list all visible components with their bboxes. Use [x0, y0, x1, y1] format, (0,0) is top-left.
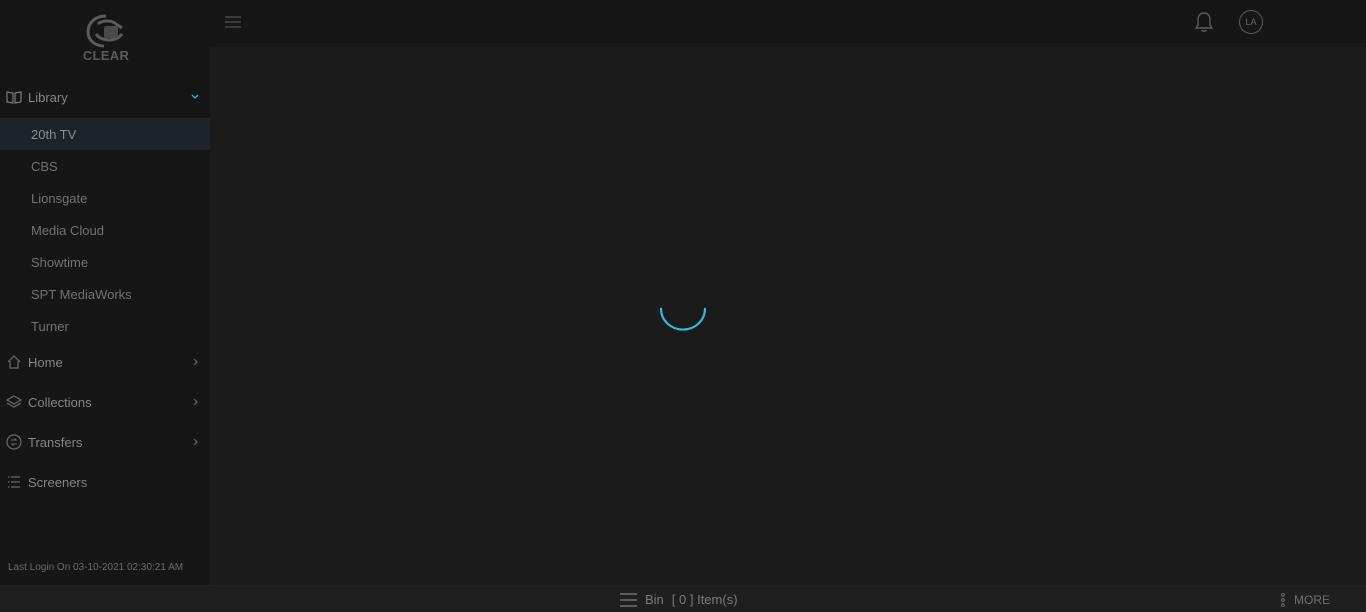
- brand-logo[interactable]: CLEAR: [78, 12, 134, 64]
- app-root: CLEAR Library 20th TV CBS Lionsgate Medi…: [0, 0, 1366, 612]
- layers-icon: [6, 395, 22, 408]
- library-item-label: Turner: [31, 318, 69, 334]
- sidebar-item-home[interactable]: Home: [0, 344, 210, 380]
- list-icon: [8, 476, 20, 488]
- top-bar: LA: [210, 0, 1366, 47]
- library-item-lionsgate[interactable]: Lionsgate: [0, 182, 210, 214]
- book-open-icon: [6, 91, 22, 104]
- library-item-turner[interactable]: Turner: [0, 310, 210, 342]
- sidebar-item-screeners-label: Screeners: [28, 474, 88, 490]
- menu-icon[interactable]: [225, 14, 241, 30]
- main-content: [210, 47, 1366, 585]
- chevron-down-icon: [191, 94, 199, 99]
- library-item-showtime[interactable]: Showtime: [0, 246, 210, 278]
- sidebar-item-screeners[interactable]: Screeners: [0, 464, 210, 500]
- menu-lines-icon: [620, 592, 637, 607]
- library-item-label: Showtime: [31, 254, 89, 270]
- chevron-right-icon: [193, 438, 198, 446]
- sidebar-item-collections[interactable]: Collections: [0, 384, 210, 420]
- avatar[interactable]: LA: [1239, 10, 1263, 34]
- library-item-label: 20th TV: [31, 126, 77, 142]
- last-login-text: Last Login On 03-10-2021 02:30:21 AM: [8, 562, 184, 573]
- chevron-right-icon: [193, 358, 198, 366]
- more-button[interactable]: MORE: [1280, 586, 1330, 612]
- library-item-label: Lionsgate: [31, 190, 88, 206]
- library-item-media-cloud[interactable]: Media Cloud: [0, 214, 210, 246]
- library-item-label: CBS: [31, 158, 58, 174]
- loading-spinner-icon: [659, 307, 707, 331]
- transfer-icon: [6, 434, 22, 450]
- sidebar-item-collections-label: Collections: [28, 394, 92, 410]
- sidebar-item-library[interactable]: Library: [0, 79, 210, 115]
- clear-logo-icon: [86, 14, 124, 48]
- sidebar: CLEAR Library 20th TV CBS Lionsgate Medi…: [0, 0, 210, 585]
- bin-button[interactable]: Bin [ 0 ] Item(s): [620, 586, 738, 612]
- library-item-spt-mediaworks[interactable]: SPT MediaWorks: [0, 278, 210, 310]
- brand-logo-text: CLEAR: [82, 48, 130, 63]
- library-item-label: SPT MediaWorks: [31, 286, 132, 302]
- sidebar-item-home-label: Home: [28, 354, 63, 370]
- bottom-bar: Bin [ 0 ] Item(s) MORE: [0, 585, 1366, 612]
- vertical-dots-icon: [1281, 592, 1285, 607]
- sidebar-item-library-label: Library: [28, 89, 68, 105]
- sidebar-item-transfers-label: Transfers: [28, 434, 83, 450]
- sidebar-item-transfers[interactable]: Transfers: [0, 424, 210, 460]
- library-item-cbs[interactable]: CBS: [0, 150, 210, 182]
- library-item-20th-tv[interactable]: 20th TV: [0, 118, 210, 150]
- more-label: MORE: [1294, 592, 1330, 607]
- bell-icon[interactable]: [1194, 11, 1214, 33]
- bin-label: Bin: [645, 592, 664, 607]
- library-item-label: Media Cloud: [31, 222, 104, 238]
- home-icon: [7, 355, 21, 369]
- bin-count: [ 0 ] Item(s): [671, 592, 738, 607]
- chevron-right-icon: [193, 398, 198, 406]
